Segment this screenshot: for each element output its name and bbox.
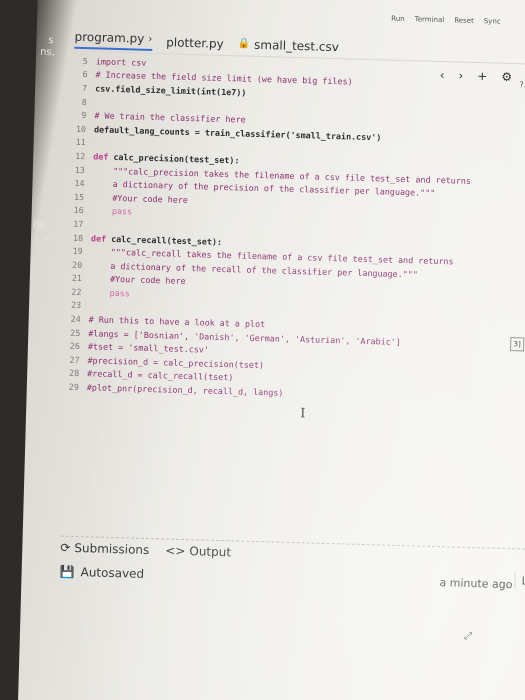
line-number: 29 <box>68 381 79 393</box>
refresh-icon: ⟳ <box>60 540 71 555</box>
left-panel-strip <box>0 0 38 700</box>
code-token: import csv <box>95 56 147 68</box>
sync-button[interactable]: Sync <box>483 17 501 35</box>
code-editor[interactable]: 5 import csv 6 # Increase the field size li… <box>65 54 514 406</box>
tab-program-py[interactable]: program.py › <box>74 29 153 51</box>
line-number: 28 <box>68 368 80 379</box>
photo-stage: s ns, he n Run Terminal Reset Sync progr… <box>0 0 525 700</box>
tab-label: small_test.csv <box>253 37 340 54</box>
line-number: 21 <box>71 273 83 284</box>
line-number: 5 <box>82 55 89 66</box>
line-number: 12 <box>75 150 86 162</box>
reset-button[interactable]: Reset <box>454 16 474 35</box>
line-number: 10 <box>75 123 87 134</box>
line-number: 7 <box>81 82 88 94</box>
line-number: 19 <box>72 245 83 257</box>
code-token: pass <box>89 287 130 299</box>
save-icon: 💾 <box>59 564 75 579</box>
load-button[interactable]: Load <box>514 572 525 591</box>
line-number: 18 <box>72 232 84 243</box>
line-number: 22 <box>71 286 82 297</box>
line-number: 25 <box>70 327 81 338</box>
status-bar: 💾 Autosaved a minute ago Load <box>59 562 525 595</box>
run-button[interactable]: Run <box>391 15 405 33</box>
strip-text: he <box>33 218 47 231</box>
tab-submissions[interactable]: ⟳ Submissions <box>60 541 149 557</box>
autosaved-label: Autosaved <box>80 565 145 581</box>
line-number: 13 <box>74 164 86 175</box>
code-token: pass <box>91 205 133 217</box>
tab-output[interactable]: <> Output <box>165 544 231 560</box>
ide-screen: s ns, he n Run Terminal Reset Sync progr… <box>0 0 525 700</box>
line-number: 26 <box>69 341 81 352</box>
tab-label: plotter.py <box>166 34 224 51</box>
line-number: 23 <box>70 300 82 311</box>
run-toolbar: Run Terminal Reset Sync <box>391 15 525 37</box>
line-number: 14 <box>74 177 85 189</box>
autosave-status: 💾 Autosaved <box>59 565 144 581</box>
line-number: 27 <box>69 354 80 365</box>
line-number: 6 <box>82 69 88 80</box>
lock-icon: 🔒 <box>237 38 251 50</box>
line-number: 20 <box>72 259 83 270</box>
code-token: def <box>90 232 112 244</box>
tab-small-test-csv[interactable]: 🔒 small_test.csv <box>237 37 340 54</box>
autosave-timestamp: a minute ago <box>439 575 513 591</box>
tab-label: Submissions <box>74 540 150 558</box>
strip-text: s <box>48 35 54 47</box>
overflow-text: ?... <box>519 80 525 90</box>
code-icon: <> <box>165 543 186 559</box>
side-badge: 3] <box>510 337 525 352</box>
chevron-right-icon: › <box>148 33 153 45</box>
code-token: #plot_pnr(precision_d, recall_d, langs) <box>86 382 284 398</box>
line-number: 16 <box>73 205 84 216</box>
strip-text: ns, <box>40 46 56 59</box>
line-number: 24 <box>70 313 81 325</box>
code-token: #Your code here <box>89 273 186 287</box>
tab-plotter-py[interactable]: plotter.py <box>166 35 224 51</box>
line-number: 15 <box>73 191 85 202</box>
line-number: 17 <box>73 218 84 230</box>
expand-icon[interactable]: ⤢ <box>464 631 472 642</box>
code-token: #Your code here <box>91 192 189 205</box>
strip-text: n <box>44 233 52 245</box>
tab-label: program.py <box>74 29 145 46</box>
code-token: calc_recall(test_set): <box>111 233 223 247</box>
text-cursor-icon: I <box>299 406 306 422</box>
line-number: 9 <box>81 110 87 121</box>
line-number: 8 <box>81 96 87 107</box>
terminal-button[interactable]: Terminal <box>414 15 445 34</box>
tab-label: Output <box>189 544 232 560</box>
bottom-tabs: ⟳ Submissions <> Output <box>60 541 231 560</box>
line-number: 11 <box>75 137 86 148</box>
code-token: def <box>93 151 114 162</box>
